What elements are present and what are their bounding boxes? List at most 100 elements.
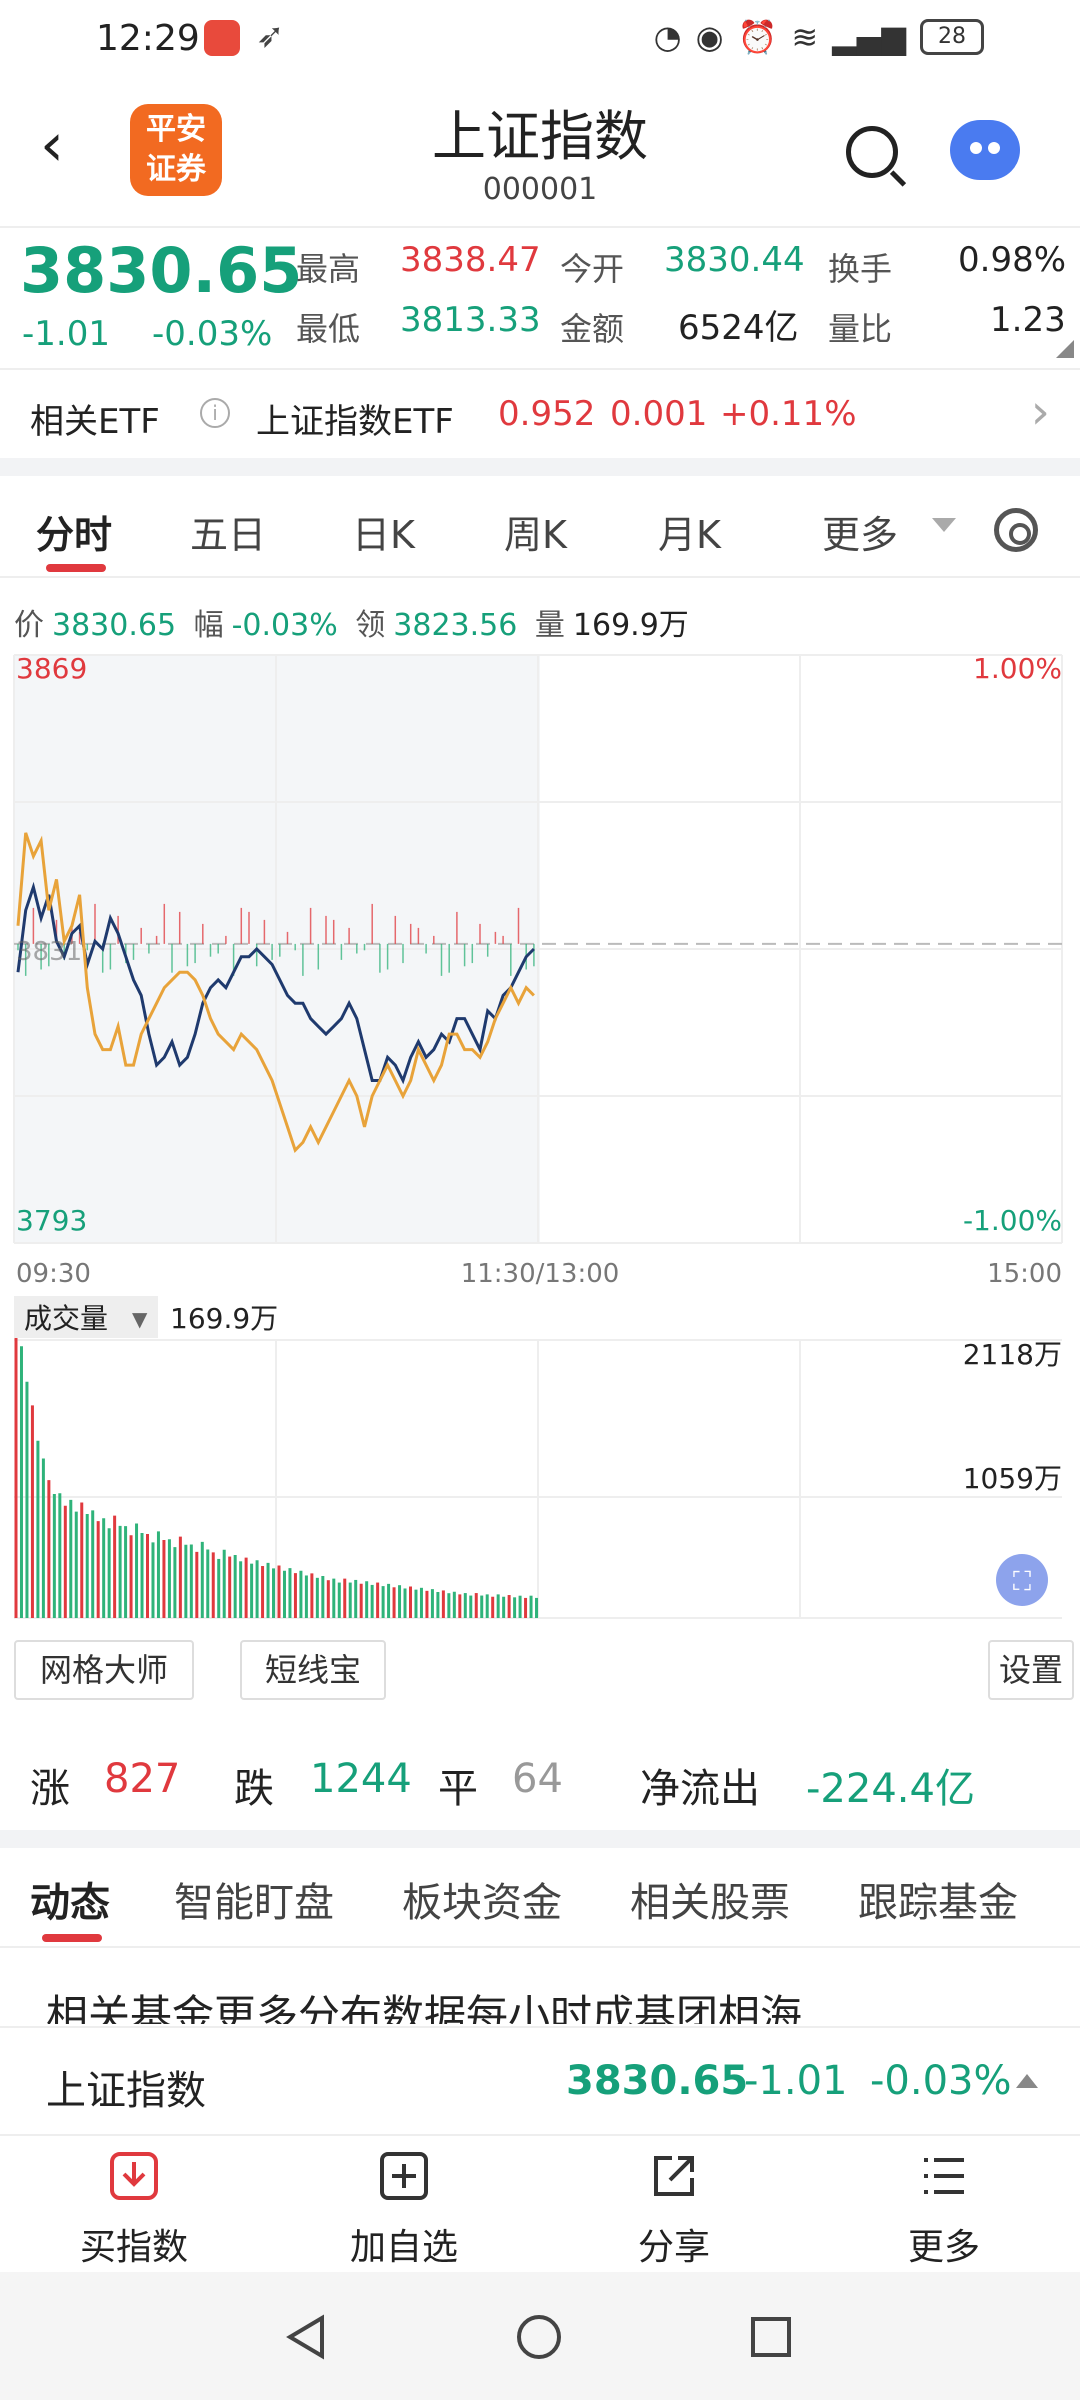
share-icon bbox=[654, 2156, 694, 2196]
chevron-right-icon[interactable]: › bbox=[1031, 384, 1050, 440]
volume-current: 169.9万 bbox=[170, 1302, 278, 1335]
x-tick-mid: 11:30/13:00 bbox=[461, 1259, 620, 1289]
news-item-preview[interactable]: 相关基金更多分布数据每小时成基团相海 bbox=[0, 1952, 1080, 2024]
battery-icon: 28 bbox=[920, 19, 984, 55]
tab-monthly-k[interactable]: 月K bbox=[658, 504, 721, 559]
open-value: 3830.44 bbox=[664, 240, 805, 280]
price-change-pct: -0.03% bbox=[152, 314, 273, 354]
speed-icon: ◔ bbox=[653, 18, 682, 56]
download-icon bbox=[110, 2152, 158, 2200]
low-label: 最低 bbox=[296, 310, 361, 348]
volume-max-label: 2118万 bbox=[963, 1338, 1062, 1371]
info-icon[interactable]: i bbox=[200, 398, 230, 428]
tab-indicator bbox=[46, 564, 106, 572]
assistant-robot-icon[interactable] bbox=[950, 120, 1020, 180]
gear-icon[interactable] bbox=[994, 508, 1038, 552]
net-flow-label: 净流出 bbox=[640, 1766, 760, 1812]
volume-mid-label: 1059万 bbox=[963, 1462, 1062, 1495]
volume-ratio-value: 1.23 bbox=[990, 300, 1066, 340]
chevron-down-icon[interactable] bbox=[932, 518, 956, 532]
robot-eye bbox=[988, 142, 1000, 154]
chart-layer bbox=[13, 654, 1063, 1619]
divider bbox=[0, 458, 1080, 476]
nav-recents-icon[interactable] bbox=[746, 2312, 796, 2362]
tab-more[interactable]: 更多 bbox=[822, 504, 898, 559]
menu-icon bbox=[924, 2158, 964, 2194]
down-label: 跌 bbox=[234, 1766, 274, 1812]
app-notification-icon bbox=[204, 20, 240, 56]
quote-panel: 3830.65 -1.01 -0.03% 最高 3838.47 最低 3813.… bbox=[0, 226, 1080, 366]
nav-home-icon[interactable] bbox=[514, 2312, 564, 2362]
divider bbox=[0, 1830, 1080, 1848]
share-button[interactable]: 分享 bbox=[584, 2150, 764, 2270]
tab-indicator bbox=[42, 1934, 102, 1942]
pct-bottom-label: -1.00% bbox=[963, 1204, 1062, 1237]
current-price: 3830.65 bbox=[20, 234, 303, 307]
high-value: 3838.47 bbox=[400, 240, 541, 280]
ticker-price: 3830.65 bbox=[566, 2058, 749, 2104]
y-bottom-label: 3793 bbox=[16, 1204, 87, 1237]
tab-smart-watch[interactable]: 智能盯盘 bbox=[174, 1870, 334, 1928]
buy-index-button[interactable]: 买指数 bbox=[44, 2150, 224, 2270]
high-label: 最高 bbox=[296, 250, 361, 288]
expand-corner-icon[interactable] bbox=[1056, 340, 1074, 358]
tab-sector-funds[interactable]: 板块资金 bbox=[402, 1870, 562, 1928]
x-tick-end: 15:00 bbox=[987, 1259, 1062, 1289]
triangle-up-icon[interactable] bbox=[1016, 2074, 1038, 2088]
short-line-button[interactable]: 短线宝 bbox=[240, 1640, 386, 1700]
amp-label: 幅 bbox=[193, 608, 224, 643]
triangle-down-icon[interactable]: ▼ bbox=[132, 1307, 148, 1331]
amount-value: 6524亿 bbox=[678, 308, 799, 348]
tab-five-day[interactable]: 五日 bbox=[190, 504, 266, 559]
tab-news[interactable]: 动态 bbox=[30, 1870, 110, 1928]
sticky-ticker-bar[interactable]: 上证指数 3830.65 -1.01 -0.03% bbox=[0, 2026, 1080, 2134]
ticker-change: -1.01 bbox=[744, 2058, 848, 2104]
flat-count: 64 bbox=[512, 1756, 563, 1802]
ticker-name: 上证指数 bbox=[46, 2068, 206, 2114]
intraday-chart[interactable]: 3869 3793 3831 1.00% -1.00% 09:30 11:30/… bbox=[0, 650, 1080, 1690]
tool-buttons: 网格大师 短线宝 设置 bbox=[0, 1640, 1080, 1710]
volume-ratio-label: 量比 bbox=[828, 310, 893, 348]
etf-change-pct: +0.11% bbox=[720, 394, 857, 434]
vol-value: 169.9万 bbox=[572, 608, 689, 643]
tab-intraday[interactable]: 分时 bbox=[36, 504, 112, 559]
price-change: -1.01 bbox=[22, 314, 110, 354]
buy-index-label: 买指数 bbox=[79, 2227, 188, 2268]
alarm-icon: ⏰ bbox=[737, 18, 778, 56]
volume-label: 成交量 bbox=[24, 1302, 108, 1335]
turnover-value: 0.98% bbox=[958, 240, 1067, 280]
related-etf-row[interactable]: 相关ETF i 上证指数ETF 0.952 0.001 +0.11% › bbox=[0, 368, 1080, 458]
tab-tracking-funds[interactable]: 跟踪基金 bbox=[858, 1870, 1018, 1928]
more-button[interactable]: 更多 bbox=[854, 2150, 1034, 2270]
tab-daily-k[interactable]: 日K bbox=[352, 504, 415, 559]
y-top-label: 3869 bbox=[16, 652, 87, 685]
nav-back-icon[interactable] bbox=[282, 2312, 332, 2362]
x-tick-start: 09:30 bbox=[16, 1259, 91, 1289]
etf-change: 0.001 bbox=[610, 394, 708, 434]
add-watchlist-button[interactable]: 加自选 bbox=[314, 2150, 494, 2270]
search-icon[interactable] bbox=[846, 126, 898, 178]
lead-label: 领 bbox=[355, 608, 386, 643]
tab-weekly-k[interactable]: 周K bbox=[504, 504, 567, 559]
tab-related-stocks[interactable]: 相关股票 bbox=[630, 1870, 790, 1928]
status-time: 12:29 bbox=[96, 18, 200, 59]
etf-price: 0.952 bbox=[498, 394, 596, 434]
status-bar: 12:29 ➶ ◔ ◉ ⏰ ≋ ▂▄▆ 28 bbox=[0, 0, 1080, 84]
y-mid-label: 3831 bbox=[16, 937, 82, 967]
amount-label: 金额 bbox=[560, 310, 625, 348]
chart-price-bar: 价 3830.65 幅 -0.03% 领 3823.56 量 169.9万 bbox=[14, 600, 697, 644]
amp-value: -0.03% bbox=[231, 608, 338, 643]
grid-master-button[interactable]: 网格大师 bbox=[14, 1640, 194, 1700]
eye-icon: ◉ bbox=[695, 18, 724, 56]
open-label: 今开 bbox=[560, 250, 625, 288]
page-title: 上证指数 bbox=[432, 105, 648, 168]
pct-top-label: 1.00% bbox=[973, 652, 1062, 685]
signal-icon: ▂▄▆ bbox=[832, 18, 906, 56]
up-count: 827 bbox=[104, 1756, 181, 1802]
wifi-icon: ≋ bbox=[791, 18, 819, 56]
more-label: 更多 bbox=[907, 2227, 980, 2268]
settings-button[interactable]: 设置 bbox=[988, 1640, 1074, 1700]
net-flow-value: -224.4亿 bbox=[806, 1766, 975, 1812]
news-tabs: 动态 智能盯盘 板块资金 相关股票 跟踪基金 bbox=[0, 1848, 1080, 1948]
up-label: 涨 bbox=[30, 1766, 70, 1812]
